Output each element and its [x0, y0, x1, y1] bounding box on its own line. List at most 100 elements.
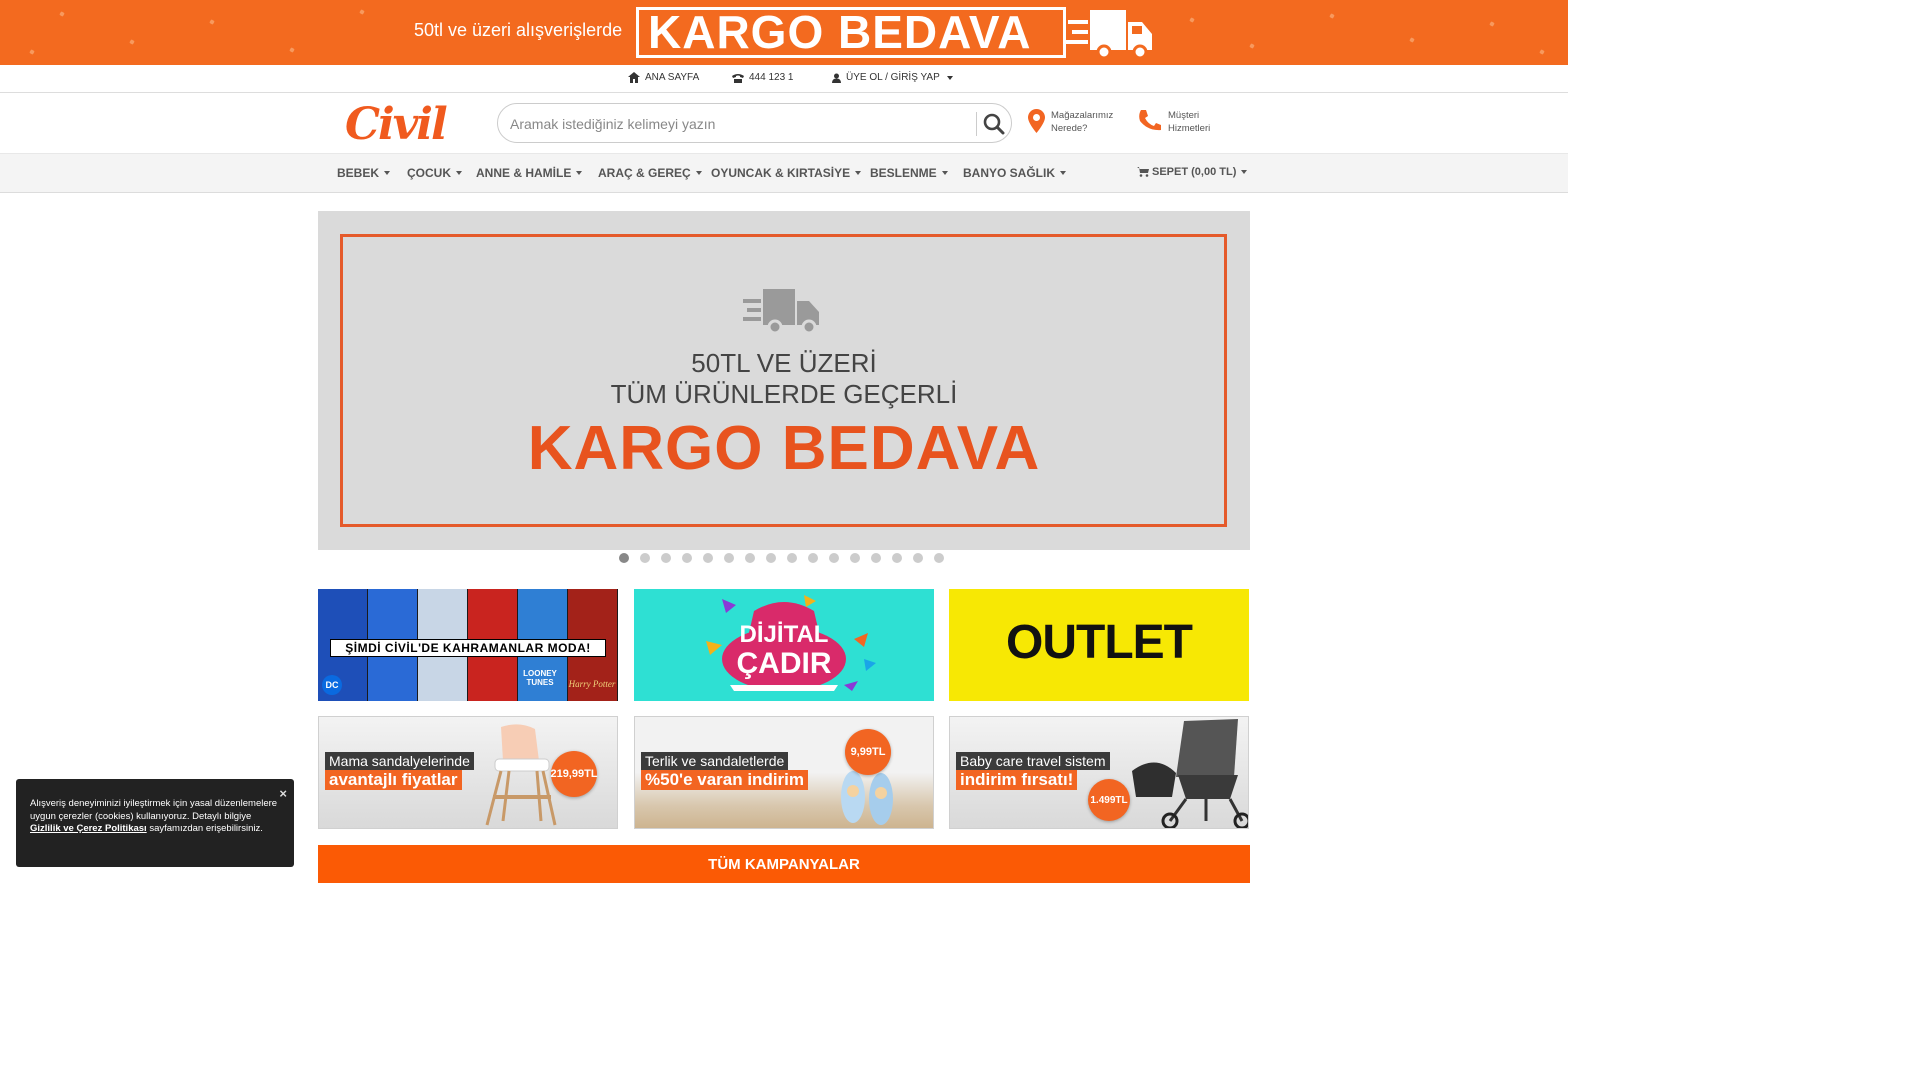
svg-text:Civil: Civil [345, 99, 447, 145]
cookie-text-after: sayfamızdan erişebilirsiniz. [146, 823, 263, 834]
search-divider [976, 112, 977, 136]
heroes-banner-text: ŞİMDİ CİVİL'DE KAHRAMANLAR MODA! [330, 639, 606, 657]
slider-dot[interactable] [892, 553, 902, 563]
promo-tile-slippers[interactable]: Terlik ve sandaletlerde %50'e varan indi… [634, 716, 934, 829]
promo-small-text: 50tl ve üzeri alışverişlerde [414, 20, 623, 40]
chevron-down-icon [855, 171, 862, 175]
hero-line3: KARGO BEDAVA [527, 414, 1041, 483]
cookie-notice: Alışveriş deneyiminizi iyileştirmek için… [16, 779, 294, 867]
search-icon[interactable] [982, 112, 1006, 136]
promo-line1: Mama sandalyelerinde [325, 752, 474, 770]
promo-line1: Baby care travel sistem [956, 752, 1110, 770]
top-promo-banner[interactable]: 50tl ve üzeri alışverişlerde KARGO BEDAV… [0, 0, 1568, 65]
cart-icon [1137, 167, 1149, 177]
search-input[interactable] [510, 113, 970, 135]
cart-menu[interactable]: SEPET (0,00 TL) [1137, 166, 1248, 178]
slider-dot[interactable] [661, 553, 671, 563]
nav-item-banyo-saglik[interactable]: BANYO SAĞLIK [963, 166, 1067, 180]
heroes-banner[interactable]: ŞİMDİ CİVİL'DE KAHRAMANLAR MODA! DC LOON… [318, 589, 618, 701]
delivery-truck-icon [1066, 10, 1152, 60]
slider-pagination [619, 553, 944, 563]
slider-dot[interactable] [640, 553, 650, 563]
search-bar [497, 103, 1012, 143]
slider-dot[interactable] [745, 553, 755, 563]
nav-label: BANYO SAĞLIK [963, 166, 1056, 180]
utility-bar: ANA SAYFA 444 123 1 ÜYE OL / GİRİŞ YAP [0, 65, 1568, 93]
map-pin-icon [1028, 109, 1045, 133]
slider-dot[interactable] [808, 553, 818, 563]
nav-item-beslenme[interactable]: BESLENME [870, 166, 948, 180]
promo-big-text: KARGO BEDAVA [648, 6, 1032, 58]
slider-dot[interactable] [850, 553, 860, 563]
slider-dot[interactable] [787, 553, 797, 563]
nav-item-oyuncak-kirtasiye[interactable]: OYUNCAK & KIRTASİYE [711, 166, 862, 180]
account-label: ÜYE OL / GİRİŞ YAP [846, 72, 940, 83]
looney-tunes-logo: LOONEY TUNES [523, 669, 557, 687]
civil-logo[interactable]: Civil [343, 99, 455, 145]
price-badge: 9,99TL [845, 729, 891, 775]
outlet-text: OUTLET [1006, 616, 1193, 669]
promo-tile-high-chairs[interactable]: Mama sandalyelerinde avantajlı fiyatlar … [318, 716, 618, 829]
phone-handset-icon [1139, 110, 1161, 131]
promo-tile-travel-system[interactable]: Baby care travel sistem indirim fırsatı!… [949, 716, 1249, 829]
account-menu[interactable]: ÜYE OL / GİRİŞ YAP [832, 72, 953, 83]
nav-item-bebek[interactable]: BEBEK [337, 166, 391, 180]
slider-dot[interactable] [619, 553, 629, 563]
header: Civil Mağazalarımız Nerede? Müşteri Hizmet… [0, 93, 1568, 153]
promo-line2: %50'e varan indirim [641, 770, 809, 790]
main-nav: BEBEK ÇOCUK ANNE & HAMİLE ARAÇ & GEREÇ O… [0, 153, 1568, 193]
hero-slider[interactable]: 50TL VE ÜZERİ TÜM ÜRÜNLERDE GEÇERLİ KARG… [318, 211, 1250, 550]
user-icon [832, 73, 841, 83]
hero-line2: TÜM ÜRÜNLERDE GEÇERLİ [610, 379, 958, 409]
nav-item-anne-hamile[interactable]: ANNE & HAMİLE [476, 166, 583, 180]
home-icon [628, 72, 640, 83]
support-line1: Müşteri [1168, 110, 1200, 121]
harry-potter-logo: Harry Potter [568, 679, 616, 689]
all-campaigns-button[interactable]: TÜM KAMPANYALAR [318, 845, 1250, 883]
chevron-down-icon [1060, 171, 1067, 175]
nav-label: ARAÇ & GEREÇ [598, 166, 691, 180]
slider-dot[interactable] [829, 553, 839, 563]
slider-dot[interactable] [913, 553, 923, 563]
stroller-image [1132, 719, 1248, 828]
privacy-policy-link[interactable]: Gizlilik ve Çerez Politikası [30, 823, 147, 834]
customer-service-link[interactable]: Müşteri Hizmetleri [1138, 109, 1210, 135]
cookie-text-before: Alışveriş deneyiminizi iyileştirmek için… [30, 798, 278, 822]
chevron-down-icon [1241, 170, 1248, 174]
outlet-banner[interactable]: OUTLET [949, 589, 1249, 701]
slider-dot[interactable] [724, 553, 734, 563]
dc-logo: DC [322, 675, 342, 695]
nav-label: ÇOCUK [407, 166, 451, 180]
slider-dot[interactable] [871, 553, 881, 563]
phone-link[interactable]: 444 123 1 [732, 72, 794, 83]
nav-label: OYUNCAK & KIRTASİYE [711, 166, 851, 180]
delivery-truck-icon [743, 289, 819, 335]
slider-dot[interactable] [682, 553, 692, 563]
chevron-down-icon [456, 171, 462, 175]
price-badge: 1.499TL [1088, 779, 1130, 821]
store-locator-link[interactable]: Mağazalarımız Nerede? [1028, 109, 1113, 135]
nav-label: BEBEK [337, 166, 380, 180]
stores-line2: Nerede? [1051, 123, 1088, 134]
slider-dot[interactable] [703, 553, 713, 563]
nav-item-arac-gerec[interactable]: ARAÇ & GEREÇ [598, 166, 702, 180]
chevron-down-icon [384, 171, 391, 175]
nav-label: BESLENME [870, 166, 937, 180]
chevron-down-icon [941, 171, 948, 175]
cadir-line1: DİJİTAL [739, 621, 829, 648]
chevron-down-icon [695, 171, 702, 175]
promo-line2: avantajlı fiyatlar [325, 770, 462, 790]
nav-label: ANNE & HAMİLE [476, 166, 572, 180]
close-icon[interactable]: × [279, 787, 287, 801]
nav-item-cocuk[interactable]: ÇOCUK [407, 166, 462, 180]
cart-label: SEPET (0,00 TL) [1152, 166, 1237, 178]
hero-line1: 50TL VE ÜZERİ [691, 348, 877, 378]
dijital-cadir-banner[interactable]: DİJİTAL ÇADIR [634, 589, 934, 701]
slider-dot[interactable] [934, 553, 944, 563]
chevron-down-icon [576, 171, 583, 175]
promo-line1: Terlik ve sandaletlerde [641, 752, 789, 770]
slider-dot[interactable] [766, 553, 776, 563]
chevron-down-icon [946, 75, 953, 80]
home-link[interactable]: ANA SAYFA [628, 72, 699, 83]
price-badge: 219,99TL [550, 751, 598, 797]
